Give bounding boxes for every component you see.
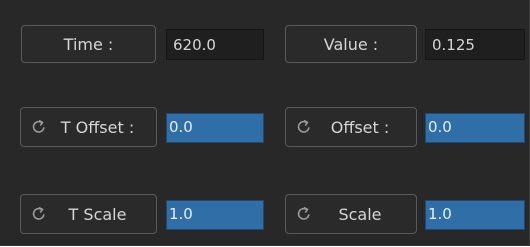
t-scale-button[interactable]: T Scale xyxy=(20,194,157,234)
reset-icon xyxy=(32,207,45,220)
reset-icon xyxy=(32,120,45,133)
offset-button[interactable]: Offset : xyxy=(285,107,417,147)
value-button[interactable]: Value : xyxy=(285,25,417,63)
scale-value: 1.0 xyxy=(428,205,452,223)
value-field[interactable]: 0.125 xyxy=(425,29,525,60)
time-button[interactable]: Time : xyxy=(21,25,156,63)
offset-field[interactable]: 0.0 xyxy=(425,113,525,143)
t-offset-value: 0.0 xyxy=(169,118,193,136)
t-scale-field[interactable]: 1.0 xyxy=(166,200,264,230)
scale-label: Scale xyxy=(338,204,382,224)
time-field[interactable]: 620.0 xyxy=(166,29,264,60)
scale-button[interactable]: Scale xyxy=(285,194,417,234)
reset-icon xyxy=(297,207,310,220)
t-scale-label: T Scale xyxy=(68,204,127,224)
time-label: Time : xyxy=(63,34,114,54)
value-label: Value : xyxy=(323,34,379,54)
value-value: 0.125 xyxy=(432,36,475,54)
time-value: 620.0 xyxy=(173,36,216,54)
offset-label: Offset : xyxy=(330,117,390,137)
scale-field[interactable]: 1.0 xyxy=(425,200,525,230)
curve-parameters-panel: Time : 620.0 Value : 0.125 T Offset : 0.… xyxy=(0,0,530,246)
t-scale-value: 1.0 xyxy=(169,205,193,223)
t-offset-label: T Offset : xyxy=(60,117,135,137)
t-offset-field[interactable]: 0.0 xyxy=(166,113,264,143)
reset-icon xyxy=(297,120,310,133)
offset-value: 0.0 xyxy=(428,118,452,136)
t-offset-button[interactable]: T Offset : xyxy=(20,107,157,147)
